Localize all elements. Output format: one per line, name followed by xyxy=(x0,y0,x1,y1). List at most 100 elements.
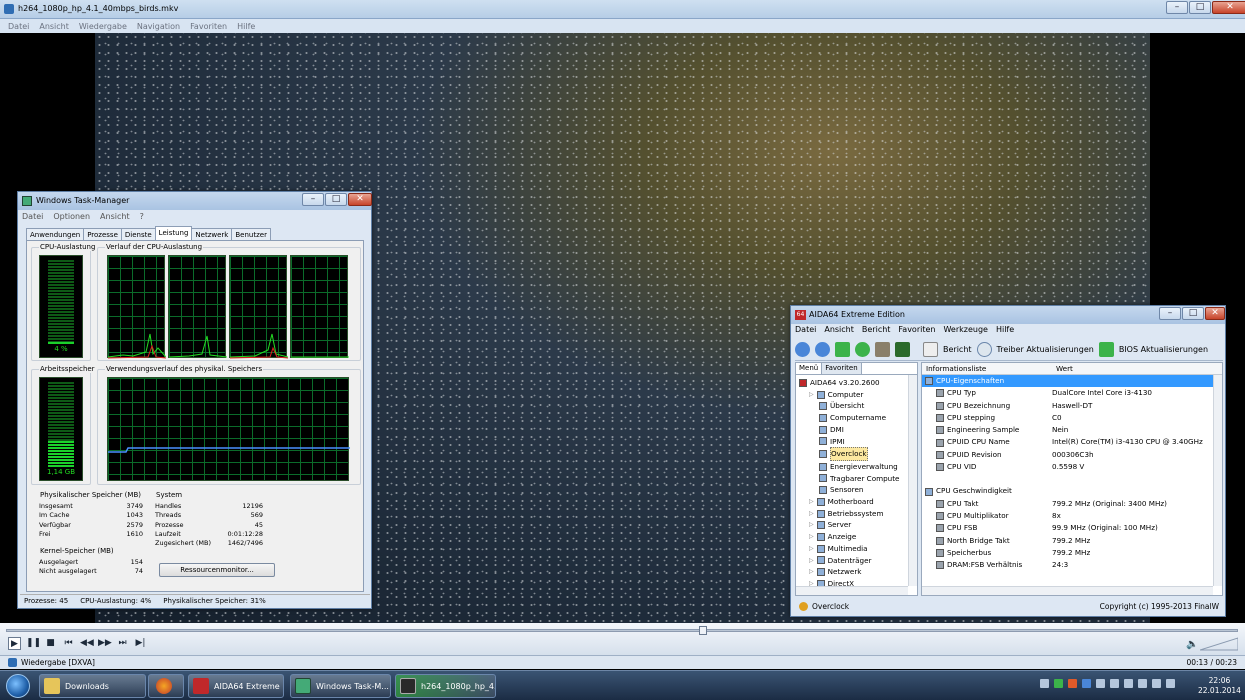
info-row[interactable]: CPU Typ DualCore Intel Core i3-4130 xyxy=(922,387,1222,399)
expand-icon[interactable]: ▷ xyxy=(809,543,814,555)
taskmgr-close-button[interactable]: ✕ xyxy=(348,193,372,206)
tab-leistung[interactable]: Leistung xyxy=(154,226,193,241)
tree-item[interactable]: DMI xyxy=(796,424,917,436)
driver-updates-button[interactable]: Treiber Aktualisierungen xyxy=(997,345,1094,354)
users-icon[interactable] xyxy=(875,342,890,357)
aida-menu-bericht[interactable]: Bericht xyxy=(862,325,891,334)
refresh-icon[interactable] xyxy=(855,342,870,357)
download-arrow-icon[interactable] xyxy=(1098,342,1114,357)
tray-icon-3[interactable] xyxy=(1068,679,1077,688)
taskbar-item-task-manager[interactable]: Windows Task-M... xyxy=(290,674,391,698)
forward-button[interactable]: ▶▶ xyxy=(98,637,112,650)
close-button[interactable]: ✕ xyxy=(1212,1,1245,14)
tree-item[interactable]: ▷ Computer xyxy=(796,389,917,401)
tree-item[interactable]: ▷ Netzwerk xyxy=(796,566,917,578)
column-informationsliste[interactable]: Informationsliste xyxy=(922,363,1052,374)
tree-item[interactable]: ▷ Motherboard xyxy=(796,496,917,508)
taskbar-item-aida64[interactable]: AIDA64 Extreme E... xyxy=(188,674,284,698)
frame-step-button[interactable]: ▶| xyxy=(134,637,147,650)
taskbar-item-firefox[interactable] xyxy=(148,674,184,698)
info-horizontal-scrollbar[interactable] xyxy=(922,586,1213,595)
play-button[interactable]: ▶ xyxy=(8,637,21,650)
info-row[interactable]: CPU Multiplikator 8x xyxy=(922,510,1222,522)
tree-item[interactable]: Overclock xyxy=(796,447,917,461)
forward-arrow-icon[interactable] xyxy=(815,342,830,357)
aida-menu-datei[interactable]: Datei xyxy=(795,325,816,334)
aida-menu-ansicht[interactable]: Ansicht xyxy=(824,325,854,334)
clock[interactable]: 22:06 22.01.2014 xyxy=(1198,676,1241,696)
expand-icon[interactable]: ▷ xyxy=(809,389,814,401)
tree-item[interactable]: ▷ Server xyxy=(796,519,917,531)
maximize-button[interactable]: □ xyxy=(1189,1,1211,14)
tab-favoriten[interactable]: Favoriten xyxy=(822,363,862,374)
tree-horizontal-scrollbar[interactable] xyxy=(796,586,908,595)
tree-item[interactable]: Computername xyxy=(796,412,917,424)
aida-menu-hilfe[interactable]: Hilfe xyxy=(996,325,1014,334)
tray-icon-2[interactable] xyxy=(1054,679,1063,688)
menu-favoriten[interactable]: Favoriten xyxy=(190,22,227,31)
tab-menu[interactable]: Menü xyxy=(796,363,823,374)
tree-vertical-scrollbar[interactable] xyxy=(908,375,917,586)
info-row[interactable]: CPUID CPU Name Intel(R) Core(TM) i3-4130 … xyxy=(922,436,1222,448)
info-row[interactable]: CPUID Revision 000306C3h xyxy=(922,449,1222,461)
up-arrow-icon[interactable] xyxy=(835,342,850,357)
tree-item[interactable]: IPMI xyxy=(796,436,917,448)
column-wert[interactable]: Wert xyxy=(1052,363,1077,374)
minimize-button[interactable]: – xyxy=(1166,1,1188,14)
aida64-close-button[interactable]: ✕ xyxy=(1205,307,1225,320)
menu-wiedergabe[interactable]: Wiedergabe xyxy=(79,22,127,31)
info-row[interactable]: North Bridge Takt 799.2 MHz xyxy=(922,535,1222,547)
info-row[interactable]: Engineering Sample Nein xyxy=(922,424,1222,436)
seek-bar[interactable] xyxy=(6,626,1238,635)
taskbar-item-player[interactable]: h264_1080p_hp_4.... xyxy=(395,674,496,698)
expand-icon[interactable]: ▷ xyxy=(809,508,814,520)
tray-icon-6[interactable] xyxy=(1110,679,1119,688)
previous-button[interactable]: ⏮ xyxy=(62,637,75,650)
report-button[interactable]: Bericht xyxy=(943,345,972,354)
tree-item[interactable]: ▷ Anzeige xyxy=(796,531,917,543)
tray-icon-1[interactable] xyxy=(1040,679,1049,688)
tree-item[interactable]: Sensoren xyxy=(796,484,917,496)
back-arrow-icon[interactable] xyxy=(795,342,810,357)
volume-slider[interactable] xyxy=(1199,637,1239,651)
info-vertical-scrollbar[interactable] xyxy=(1213,375,1222,586)
tree-item[interactable]: Energieverwaltung xyxy=(796,461,917,473)
taskmgr-minimize-button[interactable]: – xyxy=(302,193,324,206)
flag-icon[interactable] xyxy=(1124,679,1133,688)
tray-icon-5[interactable] xyxy=(1096,679,1105,688)
seek-thumb[interactable] xyxy=(698,626,707,635)
info-row[interactable]: CPU Takt 799.2 MHz (Original: 3400 MHz) xyxy=(922,498,1222,510)
info-row[interactable]: CPU FSB 99.9 MHz (Original: 100 MHz) xyxy=(922,522,1222,534)
taskmgr-menu-ansicht[interactable]: Ansicht xyxy=(100,212,130,221)
resource-monitor-button[interactable]: Ressourcenmonitor... xyxy=(159,563,275,577)
menu-hilfe[interactable]: Hilfe xyxy=(237,22,255,31)
search-icon[interactable] xyxy=(976,342,992,357)
start-button[interactable] xyxy=(6,674,30,698)
menu-navigation[interactable]: Navigation xyxy=(137,22,180,31)
info-row[interactable]: CPU stepping C0 xyxy=(922,412,1222,424)
aida-menu-favoriten[interactable]: Favoriten xyxy=(898,325,935,334)
taskbar-item-downloads[interactable]: Downloads xyxy=(39,674,146,698)
stop-button[interactable]: ■ xyxy=(44,637,57,650)
tree-item[interactable]: Tragbarer Compute xyxy=(796,473,917,485)
aida-menu-werkzeuge[interactable]: Werkzeuge xyxy=(943,325,987,334)
info-row[interactable]: Speicherbus 799.2 MHz xyxy=(922,547,1222,559)
aida64-minimize-button[interactable]: – xyxy=(1159,307,1181,320)
section-cpu-speed[interactable]: CPU Geschwindigkeit xyxy=(922,485,1222,497)
report-icon[interactable] xyxy=(923,342,938,357)
section-cpu-properties[interactable]: CPU-Eigenschaften xyxy=(922,375,1222,388)
menu-ansicht[interactable]: Ansicht xyxy=(39,22,69,31)
info-row[interactable]: CPU Bezeichnung Haswell-DT xyxy=(922,400,1222,412)
tray-icon-4[interactable] xyxy=(1082,679,1091,688)
speaker-icon[interactable] xyxy=(1166,679,1175,688)
tree-item[interactable]: Übersicht xyxy=(796,400,917,412)
tree-item[interactable]: ▷ Datenträger xyxy=(796,555,917,567)
expand-icon[interactable]: ▷ xyxy=(809,566,814,578)
chart-icon[interactable] xyxy=(895,342,910,357)
tray-icon-8[interactable] xyxy=(1138,679,1147,688)
menu-datei[interactable]: Datei xyxy=(8,22,29,31)
bios-updates-button[interactable]: BIOS Aktualisierungen xyxy=(1119,345,1208,354)
expand-icon[interactable]: ▷ xyxy=(809,555,814,567)
info-row[interactable]: CPU VID 0.5598 V xyxy=(922,461,1222,473)
pause-button[interactable]: ❚❚ xyxy=(26,637,41,650)
